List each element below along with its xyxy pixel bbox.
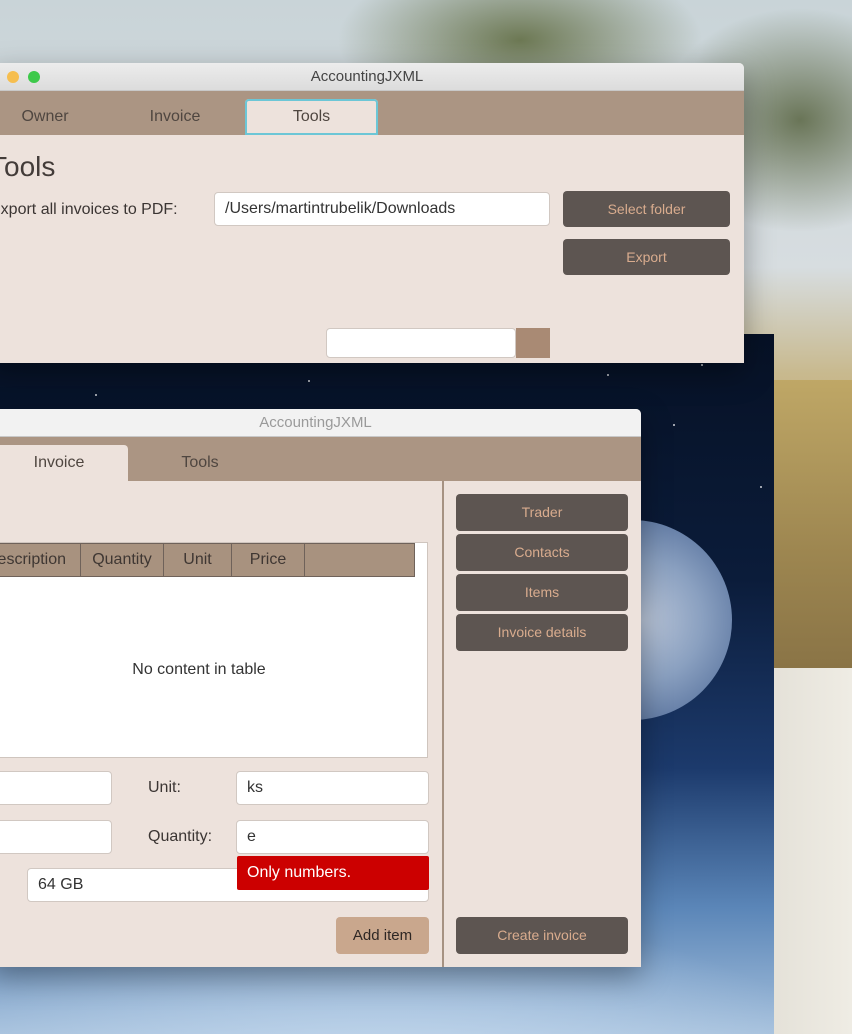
tab-invoice[interactable]: Invoice <box>0 445 128 481</box>
desktop-background-paper <box>770 668 852 1034</box>
validation-error-tooltip: Only numbers. <box>237 856 429 890</box>
table-empty-message: No content in table <box>132 661 266 678</box>
column-quantity[interactable]: Quantity <box>81 544 164 576</box>
tab-bar: Invoice Tools <box>0 437 641 481</box>
items-table[interactable]: Description Quantity Unit Price No conte… <box>0 542 428 758</box>
column-price[interactable]: Price <box>232 544 305 576</box>
price-field[interactable] <box>0 820 112 854</box>
page-title: Tools <box>0 151 56 182</box>
trader-button[interactable]: Trader <box>456 494 628 531</box>
table-header: Description Quantity Unit Price <box>0 543 415 577</box>
add-item-button[interactable]: Add item <box>336 917 429 954</box>
window-title: AccountingJXML <box>310 68 424 85</box>
titlebar: AccountingJXML <box>0 409 641 437</box>
tab-invoice[interactable]: Invoice <box>115 99 235 135</box>
maximize-button[interactable] <box>28 71 40 83</box>
contacts-button[interactable]: Contacts <box>456 534 628 571</box>
export-label: Export all invoices to PDF: <box>0 201 178 218</box>
window-title: AccountingJXML <box>259 414 372 431</box>
column-extra[interactable] <box>305 544 403 576</box>
path-field[interactable]: /Users/martintrubelik/Downloads <box>214 192 550 226</box>
tab-owner[interactable]: Owner <box>0 99 100 135</box>
quantity-field[interactable]: e <box>236 820 429 854</box>
invoice-details-button[interactable]: Invoice details <box>456 614 628 651</box>
titlebar: AccountingJXML <box>0 63 744 91</box>
create-invoice-button[interactable]: Create invoice <box>456 917 628 954</box>
invoice-window: AccountingJXML Invoice Tools Description… <box>0 409 641 967</box>
description-field[interactable] <box>0 771 112 805</box>
hidden-button-partial <box>516 328 550 358</box>
items-button[interactable]: Items <box>456 574 628 611</box>
unit-field[interactable]: ks <box>236 771 429 805</box>
column-description[interactable]: Description <box>0 544 81 576</box>
tab-tools[interactable]: Tools <box>140 445 260 481</box>
export-button[interactable]: Export <box>563 239 730 275</box>
tools-window: AccountingJXML Owner Invoice Tools Tools… <box>0 63 744 363</box>
tab-bar: Owner Invoice Tools <box>0 91 744 135</box>
hidden-field-partial <box>326 328 516 358</box>
desktop-background-grass <box>770 380 852 668</box>
select-folder-button[interactable]: Select folder <box>563 191 730 227</box>
tab-tools[interactable]: Tools <box>245 99 378 135</box>
panel-divider <box>442 481 444 967</box>
minimize-button[interactable] <box>7 71 19 83</box>
column-unit[interactable]: Unit <box>164 544 232 576</box>
unit-label: Unit: <box>148 779 181 796</box>
quantity-label: Quantity: <box>148 828 213 845</box>
